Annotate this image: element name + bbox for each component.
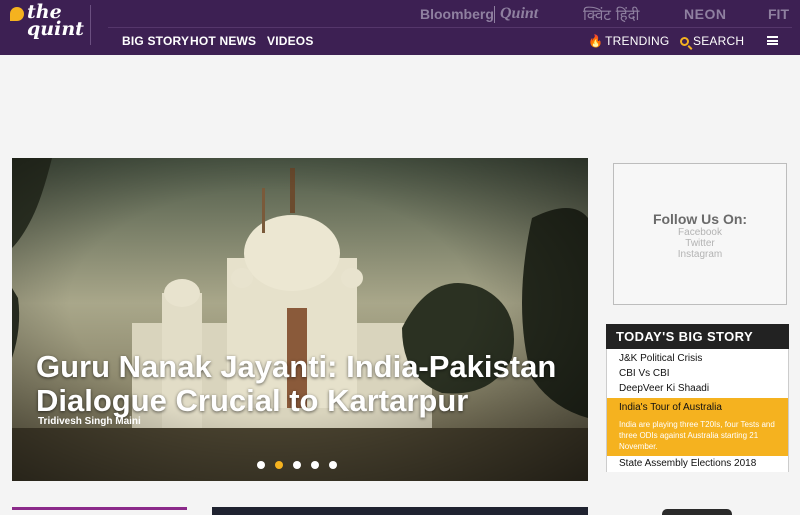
next-section-card-image[interactable] (212, 507, 588, 515)
logo-bubble-icon (10, 7, 24, 21)
follow-us-box: Follow Us On: Facebook Twitter Instagram (613, 163, 787, 305)
flame-icon: 🔥 (588, 34, 604, 48)
nav-trending[interactable]: 🔥 TRENDING (588, 34, 669, 48)
trending-label: TRENDING (605, 34, 670, 48)
follow-twitter-link[interactable]: Twitter (614, 238, 786, 249)
big-story-active-title: India's Tour of Australia (619, 402, 722, 413)
carousel-dots (257, 461, 337, 469)
todays-big-story-widget: TODAY'S BIG STORY J&K Political Crisis C… (606, 324, 789, 472)
hero-vignette (12, 158, 588, 481)
big-story-item[interactable]: State Assembly Elections 2018 (607, 456, 788, 472)
big-story-heading: TODAY'S BIG STORY (606, 324, 789, 349)
partner-separator (494, 6, 495, 23)
partner-quint-hindi[interactable]: क्विंट हिंदी (583, 5, 639, 25)
nav-hot-news[interactable]: HOT NEWS (190, 34, 256, 48)
nav-videos[interactable]: VIDEOS (267, 34, 314, 48)
logo-divider (90, 5, 91, 45)
carousel-dot[interactable] (329, 461, 337, 469)
big-story-item[interactable]: DeepVeer Ki Shaadi (607, 381, 788, 398)
next-section-ad[interactable] (662, 509, 732, 515)
big-story-item-active[interactable]: India's Tour of Australia India are play… (607, 398, 788, 456)
next-section-card-left[interactable] (12, 507, 187, 510)
search-label: SEARCH (693, 34, 745, 48)
hero-author[interactable]: Tridivesh Singh Maini (38, 416, 141, 427)
partner-neon[interactable]: NEON (684, 6, 726, 22)
big-story-item[interactable]: J&K Political Crisis (607, 349, 788, 366)
big-story-list: J&K Political Crisis CBI Vs CBI DeepVeer… (606, 349, 789, 472)
big-story-active-description: India are playing three T20Is, four Test… (619, 420, 775, 451)
partner-fit[interactable]: FIT (768, 6, 789, 22)
carousel-dot[interactable] (257, 461, 265, 469)
logo-text: the quint (27, 1, 84, 40)
nav-divider (108, 27, 792, 28)
hero-carousel[interactable]: Guru Nanak Jayanti: India-Pakistan Dialo… (12, 158, 588, 481)
search-icon (680, 36, 689, 46)
hero-headline[interactable]: Guru Nanak Jayanti: India-Pakistan Dialo… (36, 350, 576, 418)
carousel-dot[interactable] (293, 461, 301, 469)
partner-quint[interactable]: Quint (500, 5, 538, 23)
hamburger-menu-icon[interactable] (767, 36, 778, 45)
partner-bloomberg[interactable]: Bloomberg (420, 6, 494, 22)
nav-big-story[interactable]: BIG STORY (122, 34, 189, 48)
follow-instagram-link[interactable]: Instagram (614, 249, 786, 260)
big-story-item[interactable]: CBI Vs CBI (607, 366, 788, 381)
top-navigation-bar: the quint Bloomberg Quint क्विंट हिंदी N… (0, 0, 800, 55)
carousel-dot[interactable] (311, 461, 319, 469)
carousel-dot-active[interactable] (275, 461, 283, 469)
follow-us-title: Follow Us On: (652, 211, 748, 227)
the-quint-logo[interactable]: the quint (8, 3, 84, 50)
follow-facebook-link[interactable]: Facebook (614, 227, 786, 238)
nav-search[interactable]: SEARCH (680, 34, 744, 48)
